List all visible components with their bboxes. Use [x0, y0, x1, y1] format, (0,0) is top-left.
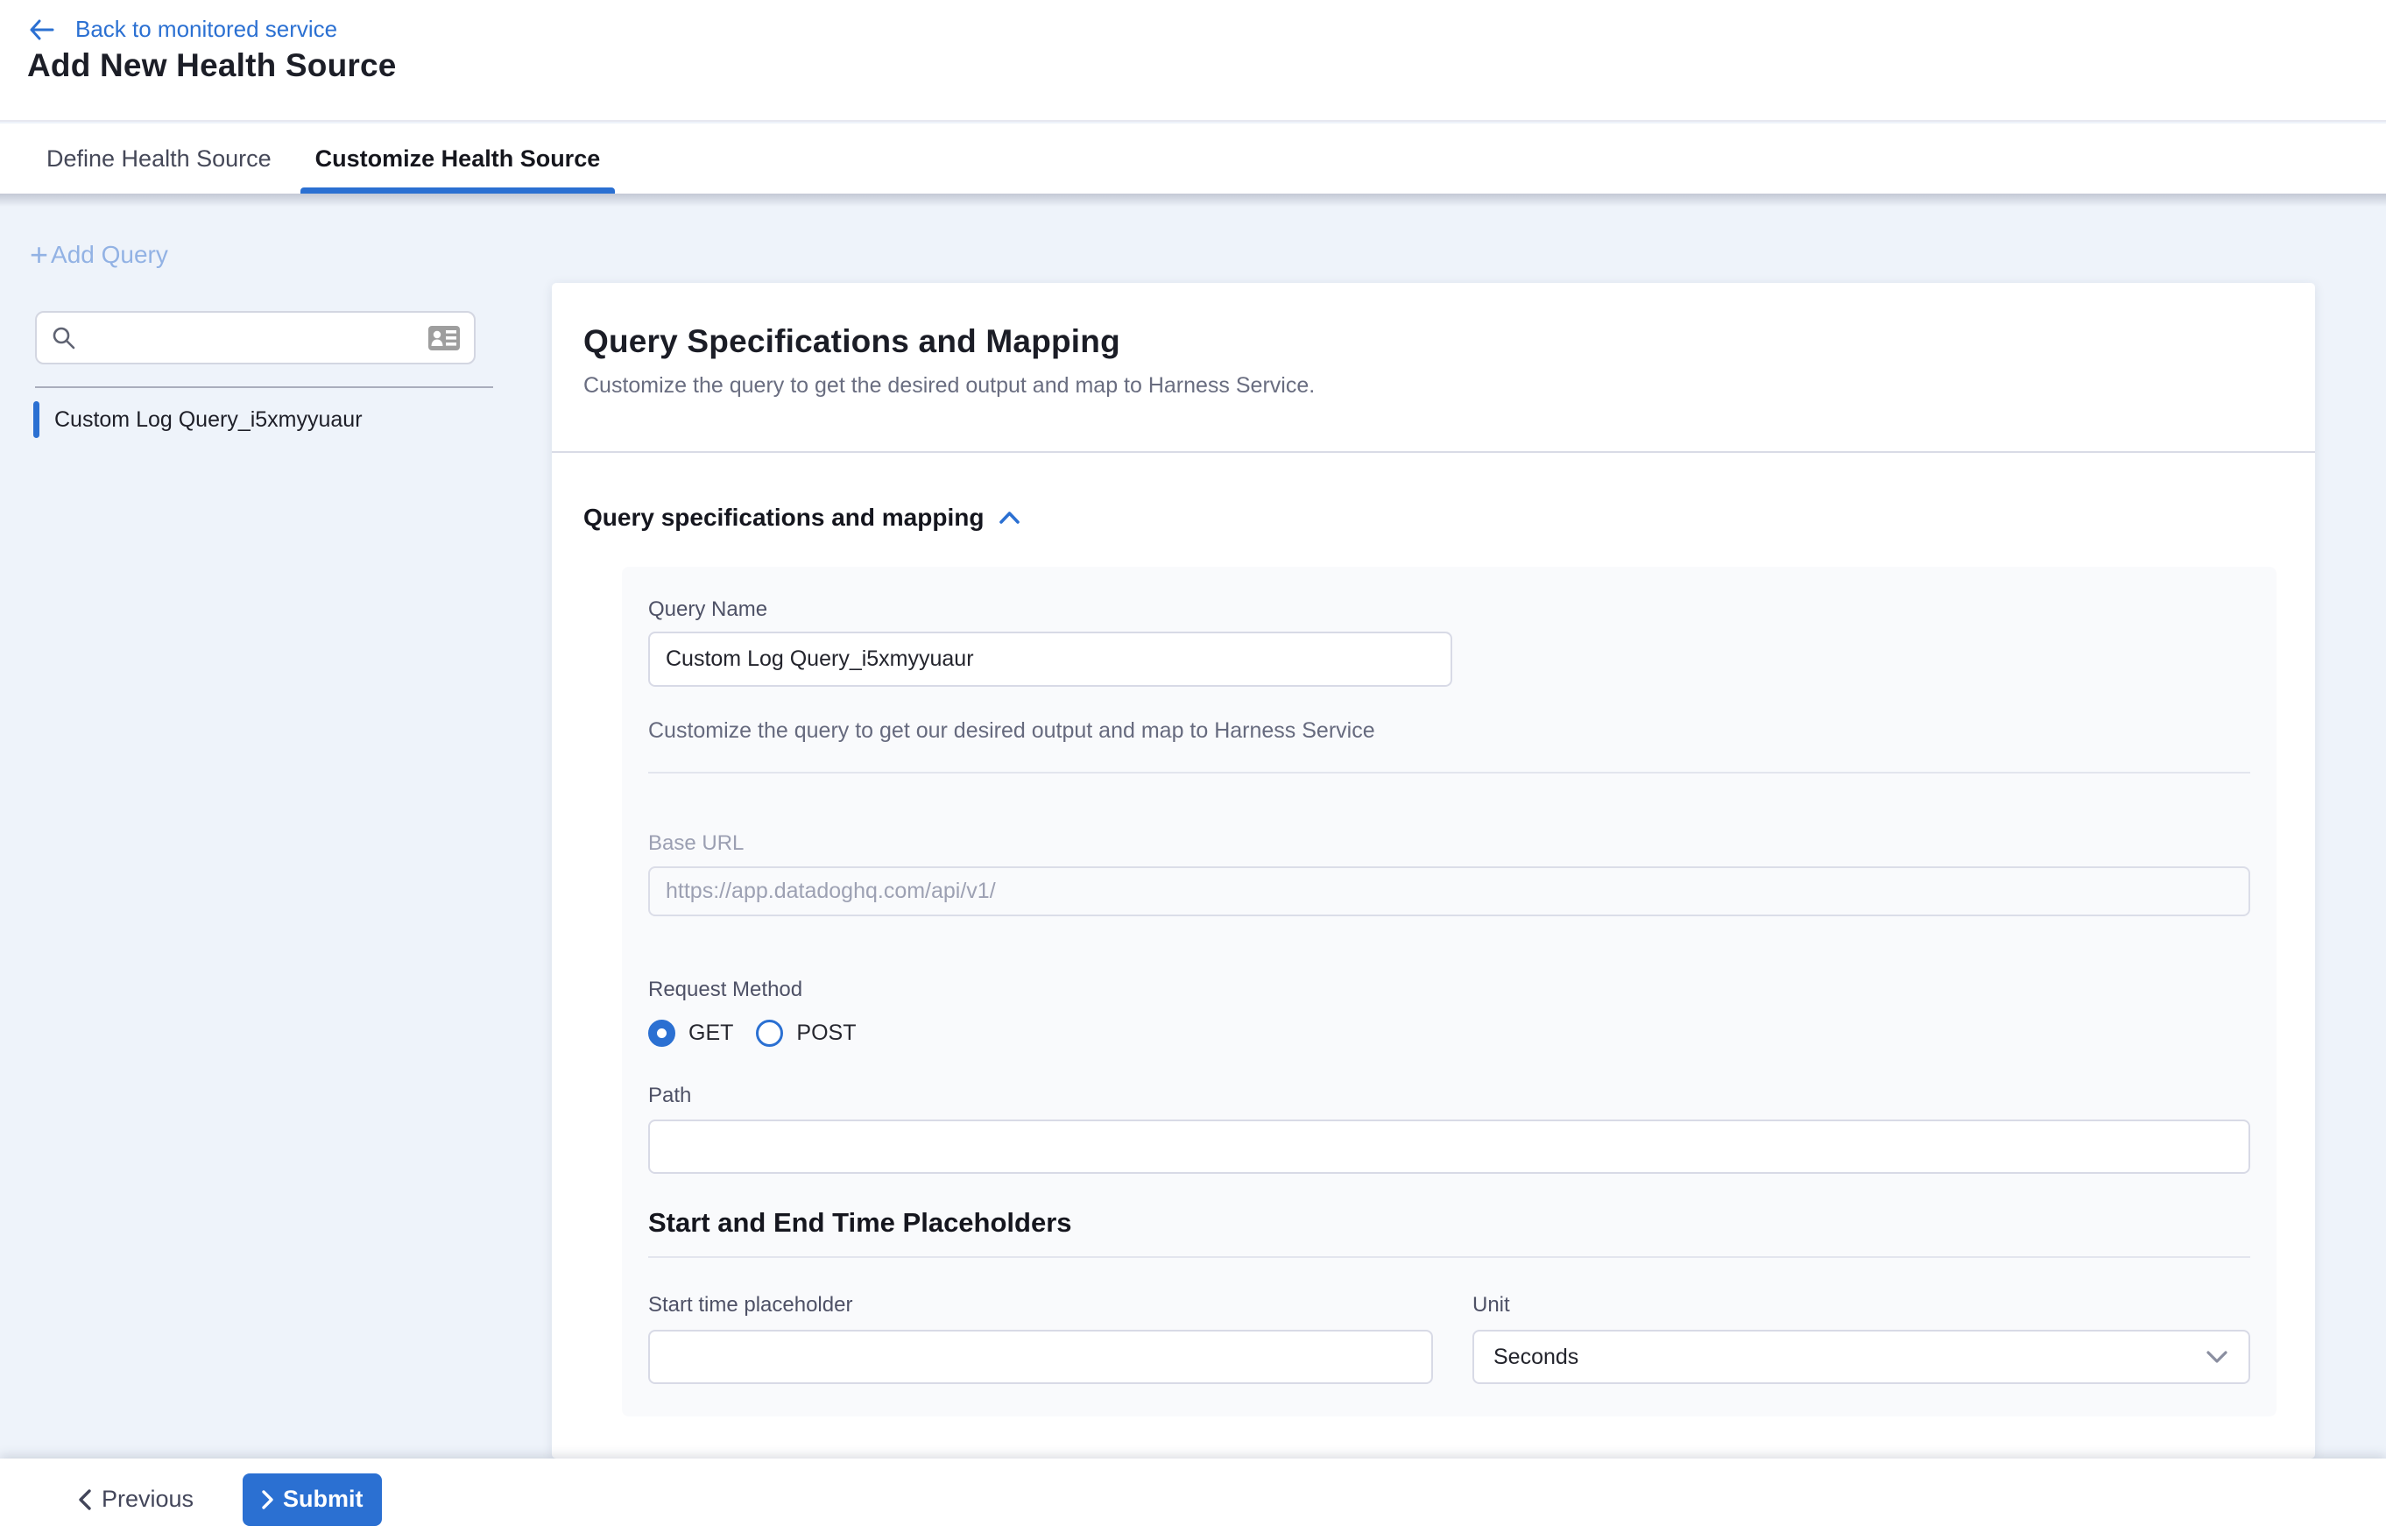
- card-divider: [648, 1256, 2250, 1258]
- query-form-card: Query Name Customize the query to get ou…: [622, 567, 2277, 1416]
- panel-title: Query Specifications and Mapping: [583, 323, 2284, 360]
- unit-column: Unit Seconds: [1472, 1293, 2250, 1384]
- submit-button-label: Submit: [283, 1486, 364, 1513]
- time-placeholder-row: Start time placeholder Unit Seconds: [648, 1293, 2250, 1384]
- request-method-label: Request Method: [648, 978, 2250, 1002]
- active-tab-underline: [300, 187, 616, 194]
- query-item-label: Custom Log Query_i5xmyyuaur: [54, 407, 363, 433]
- path-input[interactable]: [648, 1120, 2250, 1174]
- request-method-group: Request Method GET POST: [648, 978, 2250, 1047]
- radio-label-get: GET: [688, 1021, 733, 1046]
- panel-body: Query specifications and mapping Query N…: [552, 504, 2315, 1416]
- search-icon: [51, 325, 77, 351]
- base-url-label: Base URL: [648, 831, 2250, 856]
- query-name-input[interactable]: [648, 632, 1452, 687]
- start-time-input[interactable]: [648, 1330, 1433, 1384]
- tab-customize-health-source[interactable]: Customize Health Source: [300, 124, 616, 194]
- add-query-label: Add Query: [51, 241, 168, 269]
- radio-unselected-icon: [756, 1020, 783, 1047]
- radio-option-post[interactable]: POST: [756, 1020, 856, 1047]
- start-time-column: Start time placeholder: [648, 1293, 1433, 1384]
- query-search-input[interactable]: [88, 325, 416, 350]
- footer-bar: Previous Submit: [0, 1459, 2386, 1540]
- radio-label-post: POST: [796, 1021, 856, 1046]
- content-area: + Add Query: [0, 194, 2386, 1459]
- collapse-section-button[interactable]: [998, 506, 1021, 530]
- path-group: Path: [648, 1084, 2250, 1174]
- query-spec-panel: Query Specifications and Mapping Customi…: [552, 283, 2315, 1459]
- query-sidebar: + Add Query: [0, 194, 552, 1459]
- app-root: Back to monitored service Add New Health…: [0, 0, 2386, 1540]
- placeholders-heading: Start and End Time Placeholders: [648, 1207, 2250, 1239]
- selected-indicator-bar: [33, 401, 39, 438]
- chevron-left-icon: [77, 1488, 92, 1511]
- previous-button-label: Previous: [102, 1486, 194, 1513]
- sidebar-divider: [35, 386, 493, 388]
- page-header: Back to monitored service Add New Health…: [0, 0, 2386, 122]
- chevron-down-icon: [2205, 1348, 2229, 1366]
- base-url-input[interactable]: [648, 866, 2250, 916]
- arrow-left-icon: [28, 18, 54, 41]
- panel-header-divider: [552, 451, 2315, 453]
- chevron-up-icon: [998, 506, 1021, 530]
- query-name-label: Query Name: [648, 597, 2250, 622]
- query-name-helper-text: Customize the query to get our desired o…: [648, 718, 2250, 744]
- card-view-toggle-icon[interactable]: [427, 324, 462, 352]
- add-query-button[interactable]: + Add Query: [30, 241, 168, 269]
- chevron-right-icon: [261, 1489, 274, 1510]
- submit-button[interactable]: Submit: [243, 1473, 382, 1526]
- start-time-label: Start time placeholder: [648, 1293, 1433, 1317]
- unit-select-value: Seconds: [1493, 1345, 2205, 1370]
- tab-label: Define Health Source: [46, 145, 272, 173]
- tab-define-health-source[interactable]: Define Health Source: [32, 124, 286, 194]
- back-link-label: Back to monitored service: [75, 16, 337, 43]
- path-label: Path: [648, 1084, 2250, 1108]
- tabbar: Define Health Source Customize Health So…: [0, 124, 2386, 194]
- base-url-group: Base URL: [648, 831, 2250, 916]
- card-divider: [648, 772, 2250, 774]
- section-title: Query specifications and mapping: [583, 504, 984, 532]
- plus-icon: +: [30, 243, 48, 267]
- section-header: Query specifications and mapping: [583, 504, 2284, 532]
- tab-label: Customize Health Source: [315, 145, 601, 173]
- query-list-item[interactable]: Custom Log Query_i5xmyyuaur: [33, 401, 363, 438]
- unit-label: Unit: [1472, 1293, 2250, 1317]
- unit-select[interactable]: Seconds: [1472, 1330, 2250, 1384]
- radio-selected-icon: [648, 1020, 675, 1047]
- request-method-radio-group: GET POST: [648, 1020, 2250, 1047]
- previous-button[interactable]: Previous: [77, 1486, 194, 1513]
- query-search-box: [35, 311, 476, 364]
- radio-option-get[interactable]: GET: [648, 1020, 733, 1047]
- panel-subtitle: Customize the query to get the desired o…: [583, 373, 2284, 399]
- back-to-monitored-service-link[interactable]: Back to monitored service: [28, 16, 337, 43]
- panel-header: Query Specifications and Mapping Customi…: [552, 283, 2315, 399]
- page-title: Add New Health Source: [27, 47, 397, 84]
